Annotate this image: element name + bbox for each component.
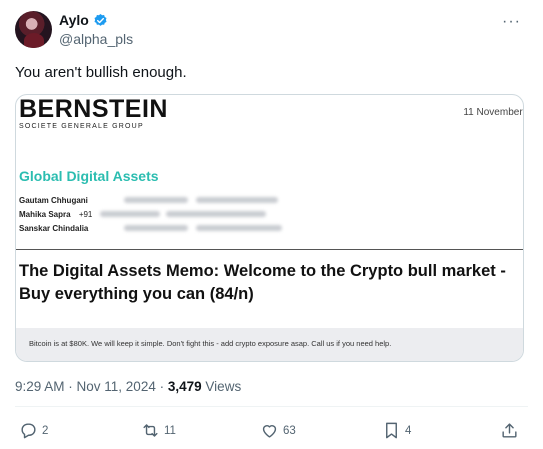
more-options-icon[interactable]: ··· [502, 13, 521, 31]
redacted-contact [100, 211, 160, 217]
timestamp[interactable]: 9:29 AM · Nov 11, 2024 · [15, 379, 164, 394]
redacted-contact [196, 197, 278, 203]
footer-text: Bitcoin is at $80K. We will keep it simp… [29, 339, 392, 348]
avatar[interactable] [15, 11, 52, 48]
display-name[interactable]: Aylo [59, 12, 89, 28]
bookmark-icon [386, 422, 397, 439]
reply-count: 2 [42, 424, 49, 437]
action-bar-divider [15, 406, 528, 407]
redacted-contact [166, 211, 266, 217]
share-icon [502, 423, 517, 438]
redacted-contact [124, 197, 188, 203]
tweet-media-image[interactable]: BERNSTEIN SOCIETE GENERALE GROUP 11 Nove… [15, 94, 524, 362]
like-count: 63 [283, 424, 296, 437]
repost-count: 11 [164, 424, 176, 437]
like-button[interactable]: 63 [260, 421, 296, 440]
document-date: 11 November 2 [463, 107, 523, 118]
share-button[interactable] [500, 421, 519, 440]
analyst-name: Sanskar Chindalia [19, 224, 89, 233]
analyst-name-text: Mahika Sapra [19, 210, 71, 219]
repost-button[interactable]: 11 [141, 421, 176, 440]
redacted-contact [196, 225, 282, 231]
author-name-row: Aylo [59, 12, 108, 28]
memo-title: The Digital Assets Memo: Welcome to the … [19, 262, 506, 303]
analyst-name: Gautam Chhugani [19, 196, 88, 205]
tweet-meta: 9:29 AM · Nov 11, 2024 · 3,479 Views [15, 379, 241, 394]
analyst-name: Mahika Sapra +91 [19, 210, 92, 219]
bernstein-logo: BERNSTEIN [19, 95, 168, 123]
views-count: 3,479 [167, 379, 202, 394]
bookmark-button[interactable]: 4 [382, 421, 411, 440]
views-label: Views [205, 379, 242, 394]
verified-badge-icon [94, 13, 107, 26]
reply-button[interactable]: 2 [19, 421, 48, 440]
repost-icon [143, 424, 158, 437]
divider [16, 249, 523, 250]
reply-icon [21, 423, 36, 439]
logo-subtitle: SOCIETE GENERALE GROUP [19, 123, 144, 130]
phone-prefix: +91 [78, 210, 93, 219]
section-title: Global Digital Assets [19, 168, 159, 184]
tweet-text: You aren't bullish enough. [15, 64, 187, 81]
redacted-contact [124, 225, 188, 231]
heart-icon [262, 425, 277, 438]
bookmark-count: 4 [405, 424, 412, 437]
author-handle[interactable]: @alpha_pls [59, 31, 133, 47]
